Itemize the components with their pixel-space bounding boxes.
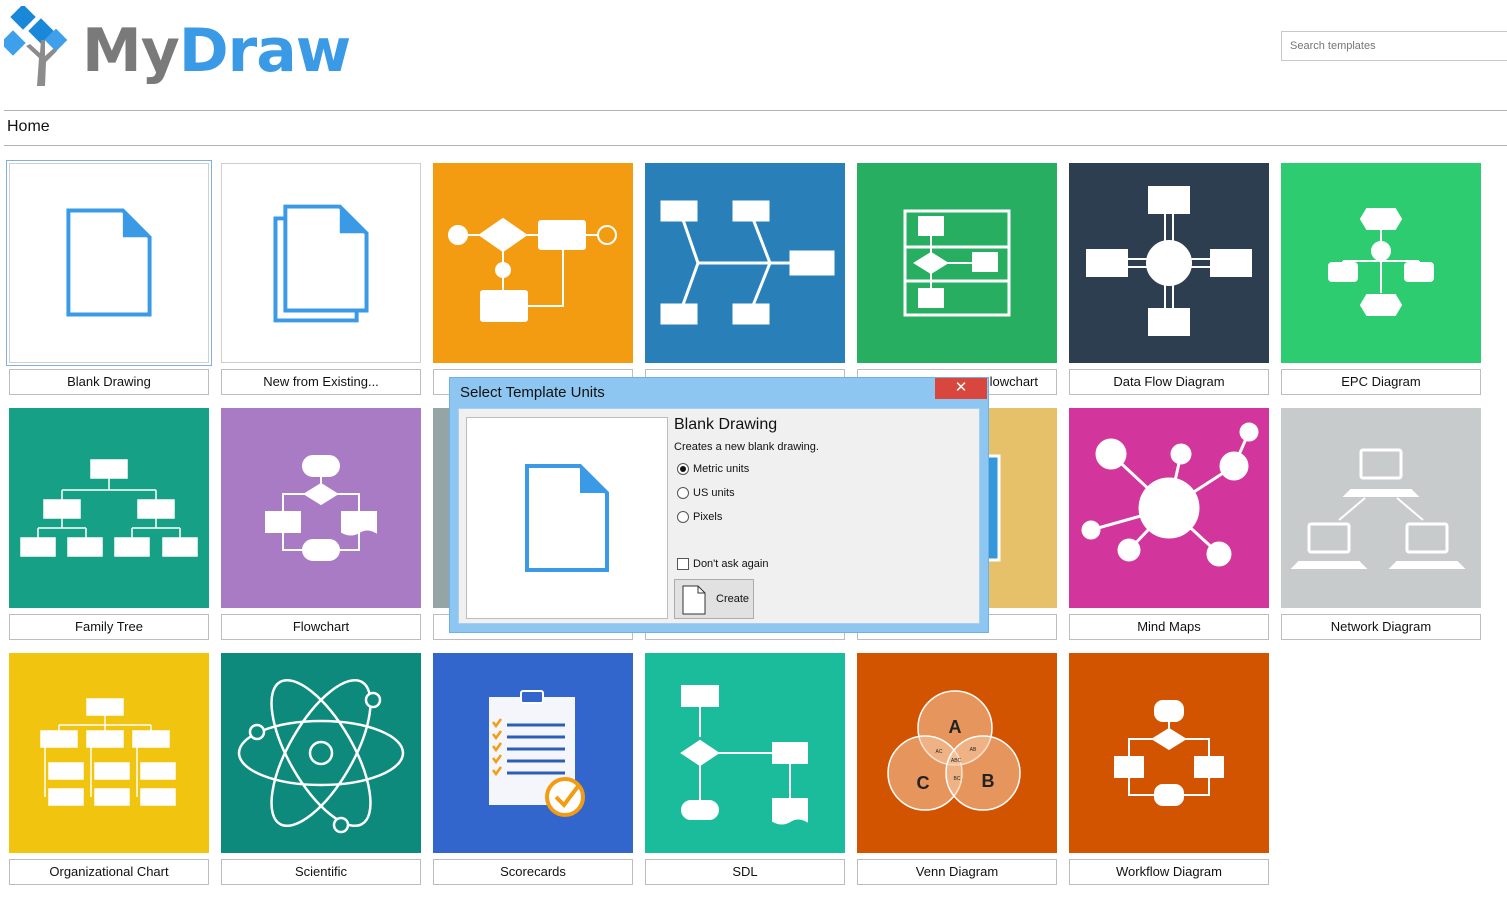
venn-label-abc: ABC	[951, 758, 962, 764]
workflow-icon	[1114, 700, 1224, 806]
search-input[interactable]	[1281, 31, 1507, 61]
venn-label-ab: AB	[970, 747, 977, 753]
dont-ask-again-checkbox[interactable]: Don't ask again	[677, 557, 768, 573]
venn-label-a: A	[949, 717, 962, 737]
atom-icon	[237, 678, 405, 834]
logo-draw-text: Draw	[178, 16, 351, 86]
document-icon	[682, 585, 706, 615]
flowchart-icon	[265, 455, 377, 561]
template-preview	[466, 417, 668, 619]
tile-flowchart[interactable]	[221, 408, 421, 608]
radio-unchecked-icon[interactable]	[677, 511, 689, 524]
tile-scorecards[interactable]	[433, 653, 633, 853]
venn-label-c: C	[917, 773, 930, 793]
radio-unchecked-icon[interactable]	[677, 487, 689, 500]
label-family-tree[interactable]: Family Tree	[9, 614, 209, 640]
dialog-template-description: Creates a new blank drawing.	[674, 441, 819, 453]
tile-family-tree[interactable]	[9, 408, 209, 608]
label-scientific[interactable]: Scientific	[221, 859, 421, 885]
tile-org-chart[interactable]	[9, 653, 209, 853]
select-template-units-dialog: Select Template Units ✕ Blank Drawing Cr…	[449, 377, 989, 633]
radio-pixels-label: Pixels	[693, 511, 723, 523]
venn-label-ac: AC	[936, 749, 943, 755]
radio-pixels[interactable]: Pixels	[677, 510, 722, 526]
radio-metric-label: Metric units	[693, 463, 750, 475]
label-new-from-existing[interactable]: New from Existing...	[221, 369, 421, 395]
tile-new-from-existing[interactable]	[221, 163, 421, 363]
label-sdl[interactable]: SDL	[645, 859, 845, 885]
dont-ask-again-label: Don't ask again	[693, 558, 769, 570]
label-workflow[interactable]: Workflow Diagram	[1069, 859, 1269, 885]
epc-icon	[1328, 208, 1434, 316]
radio-metric-units[interactable]: Metric units	[677, 462, 749, 478]
dialog-title: Select Template Units	[460, 384, 605, 401]
breadcrumb-divider	[4, 145, 1507, 146]
tile-sdl[interactable]	[645, 653, 845, 853]
create-button-label: Create	[716, 593, 750, 605]
create-button[interactable]: Create	[674, 579, 754, 619]
tree-logo-icon	[0, 4, 68, 86]
org-chart-icon	[40, 698, 176, 806]
documents-icon	[273, 204, 369, 323]
blank-document-icon	[525, 464, 609, 572]
label-mind-maps[interactable]: Mind Maps	[1069, 614, 1269, 640]
breadcrumb-home[interactable]: Home	[7, 118, 50, 136]
tile-epc[interactable]	[1281, 163, 1481, 363]
dialog-body: Blank Drawing Creates a new blank drawin…	[458, 408, 980, 624]
tile-blank-drawing[interactable]	[6, 160, 212, 366]
tile-scientific[interactable]	[221, 653, 421, 853]
dialog-template-name: Blank Drawing	[674, 416, 778, 433]
tile-bpmn[interactable]	[433, 163, 633, 363]
tile-network-diagram[interactable]	[1281, 408, 1481, 608]
family-tree-icon	[20, 459, 198, 557]
mind-map-icon	[1081, 422, 1259, 567]
dialog-close-button[interactable]: ✕	[935, 378, 987, 399]
label-epc[interactable]: EPC Diagram	[1281, 369, 1481, 395]
fishbone-icon	[660, 200, 835, 325]
radio-checked-icon[interactable]	[677, 463, 689, 476]
header-divider	[4, 110, 1507, 111]
radio-us-units[interactable]: US units	[677, 486, 735, 502]
blank-document-icon	[66, 208, 152, 317]
tile-data-flow[interactable]	[1069, 163, 1269, 363]
mydraw-logo: MyDraw	[0, 4, 351, 90]
sdl-icon	[680, 685, 808, 825]
label-venn[interactable]: Venn Diagram	[857, 859, 1057, 885]
label-blank-drawing[interactable]: Blank Drawing	[9, 369, 209, 395]
tile-workflow[interactable]	[1069, 653, 1269, 853]
label-flowchart[interactable]: Flowchart	[221, 614, 421, 640]
venn-label-bc: BC	[954, 776, 961, 782]
label-data-flow[interactable]: Data Flow Diagram	[1069, 369, 1269, 395]
checkbox-icon[interactable]	[677, 558, 689, 571]
tile-fishbone[interactable]	[645, 163, 845, 363]
cross-functional-flowchart-icon	[903, 209, 1011, 317]
radio-us-label: US units	[693, 487, 735, 499]
data-flow-icon	[1086, 186, 1252, 336]
label-network-diagram[interactable]: Network Diagram	[1281, 614, 1481, 640]
bpmn-icon	[448, 217, 617, 322]
label-org-chart[interactable]: Organizational Chart	[9, 859, 209, 885]
venn-icon: A C B AC AB ABC BC	[887, 690, 1021, 811]
tile-mind-maps[interactable]	[1069, 408, 1269, 608]
logo-my-text: My	[82, 16, 180, 86]
scorecard-icon	[489, 690, 585, 817]
tile-venn[interactable]: A C B AC AB ABC BC	[857, 653, 1057, 853]
tile-cross-functional-flowchart[interactable]	[857, 163, 1057, 363]
network-icon	[1290, 448, 1466, 569]
label-scorecards[interactable]: Scorecards	[433, 859, 633, 885]
venn-label-b: B	[982, 771, 995, 791]
